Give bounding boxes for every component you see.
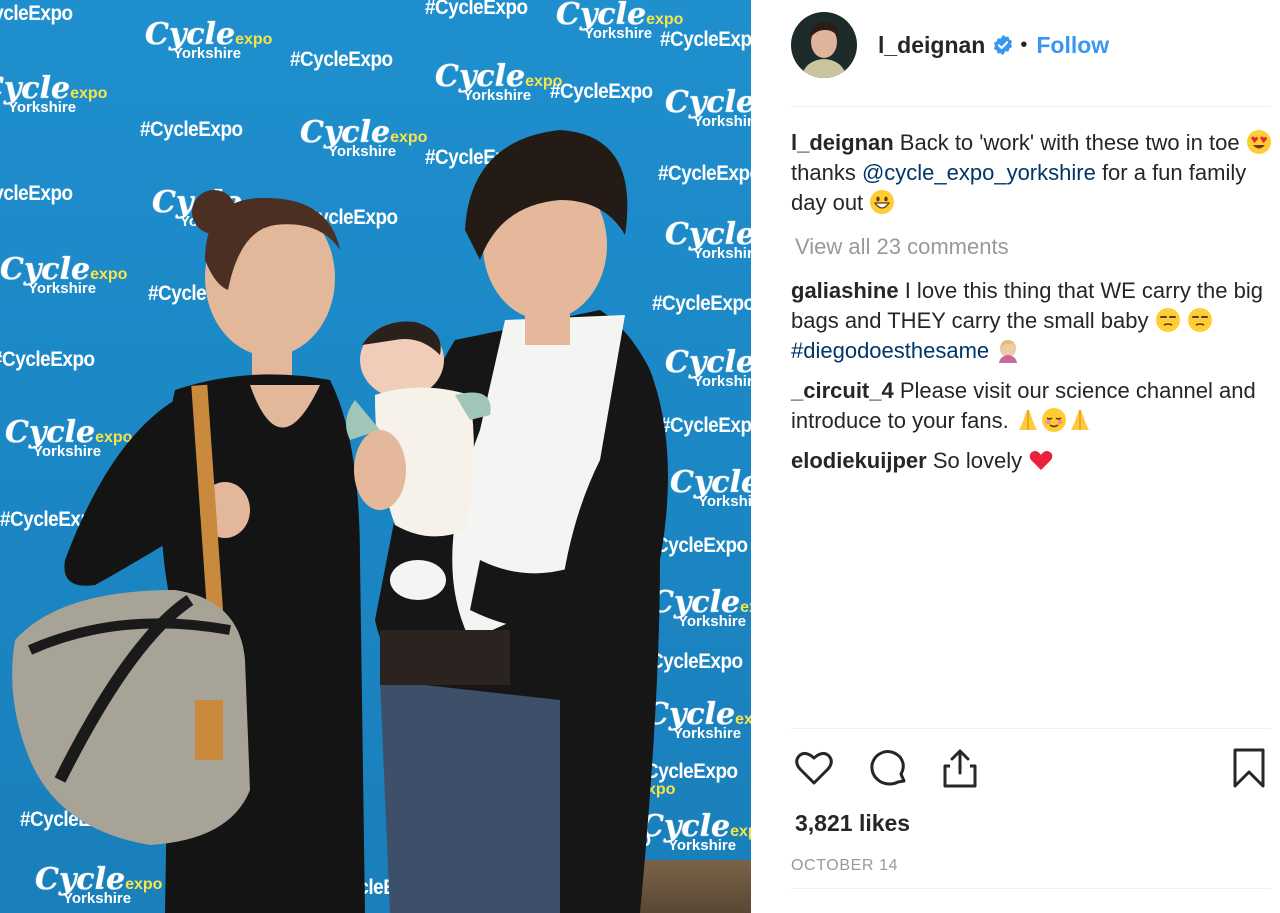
- bookmark-icon[interactable]: [1227, 746, 1271, 790]
- people-illustration: [12, 130, 668, 913]
- caption-mention-link[interactable]: @cycle_expo_yorkshire: [862, 160, 1096, 185]
- share-icon[interactable]: [938, 746, 982, 790]
- speech-bubble-icon[interactable]: [866, 746, 910, 790]
- post-date[interactable]: OCTOBER 14: [791, 857, 898, 875]
- post-actions: [791, 746, 1271, 794]
- comment-item: galiashine I love this thing that WE car…: [791, 276, 1273, 366]
- comments-section: l_deignan Back to 'work' with these two …: [791, 128, 1273, 486]
- caption-text: Back to 'work' with these two in toe: [893, 130, 1246, 155]
- comment-username[interactable]: elodiekuijper: [791, 448, 927, 473]
- comment-item: elodiekuijper So lovely: [791, 446, 1273, 476]
- facepalm-emoji-icon: [999, 340, 1018, 363]
- caption-username[interactable]: l_deignan: [791, 130, 894, 155]
- divider: [791, 106, 1271, 107]
- heart-eyes-emoji-icon: [1246, 130, 1271, 154]
- post-photo[interactable]: #CycleExpo #CycleExpo CycleexpoYorkshire…: [0, 0, 751, 913]
- post-header: l_deignan • Follow: [791, 10, 1271, 80]
- woman: [12, 190, 365, 913]
- view-all-comments-link[interactable]: View all 23 comments: [795, 232, 1273, 262]
- heart-icon[interactable]: [792, 746, 836, 790]
- caption-text: thanks: [791, 160, 862, 185]
- comment-hashtag-link[interactable]: #diegodoesthesame: [791, 338, 989, 363]
- unamused-emoji-icon: [1155, 308, 1180, 332]
- username[interactable]: l_deignan: [878, 32, 985, 59]
- likes-count[interactable]: 3,821 likes: [795, 810, 910, 837]
- divider: [791, 888, 1271, 889]
- divider: [791, 728, 1271, 729]
- comment-username[interactable]: galiashine: [791, 278, 899, 303]
- grinning-emoji-icon: [870, 190, 895, 214]
- comment-item: _circuit_4 Please visit our science chan…: [791, 376, 1273, 436]
- caption: l_deignan Back to 'work' with these two …: [791, 128, 1273, 218]
- post-sidebar: l_deignan • Follow l_deignan Back to 'wo…: [751, 0, 1280, 913]
- red-heart-emoji-icon: [1029, 451, 1053, 470]
- relieved-emoji-icon: [1041, 408, 1066, 432]
- separator-dot: •: [1020, 33, 1028, 56]
- folded-hands-emoji-icon: [1018, 410, 1037, 430]
- folded-hands-emoji-icon: [1070, 410, 1089, 430]
- verified-badge-icon: [994, 34, 1013, 56]
- comment-text: So lovely: [926, 448, 1029, 473]
- unamused-emoji-icon: [1187, 308, 1212, 332]
- avatar[interactable]: [791, 12, 857, 78]
- follow-button[interactable]: Follow: [1036, 32, 1109, 59]
- comment-username[interactable]: _circuit_4: [791, 378, 894, 403]
